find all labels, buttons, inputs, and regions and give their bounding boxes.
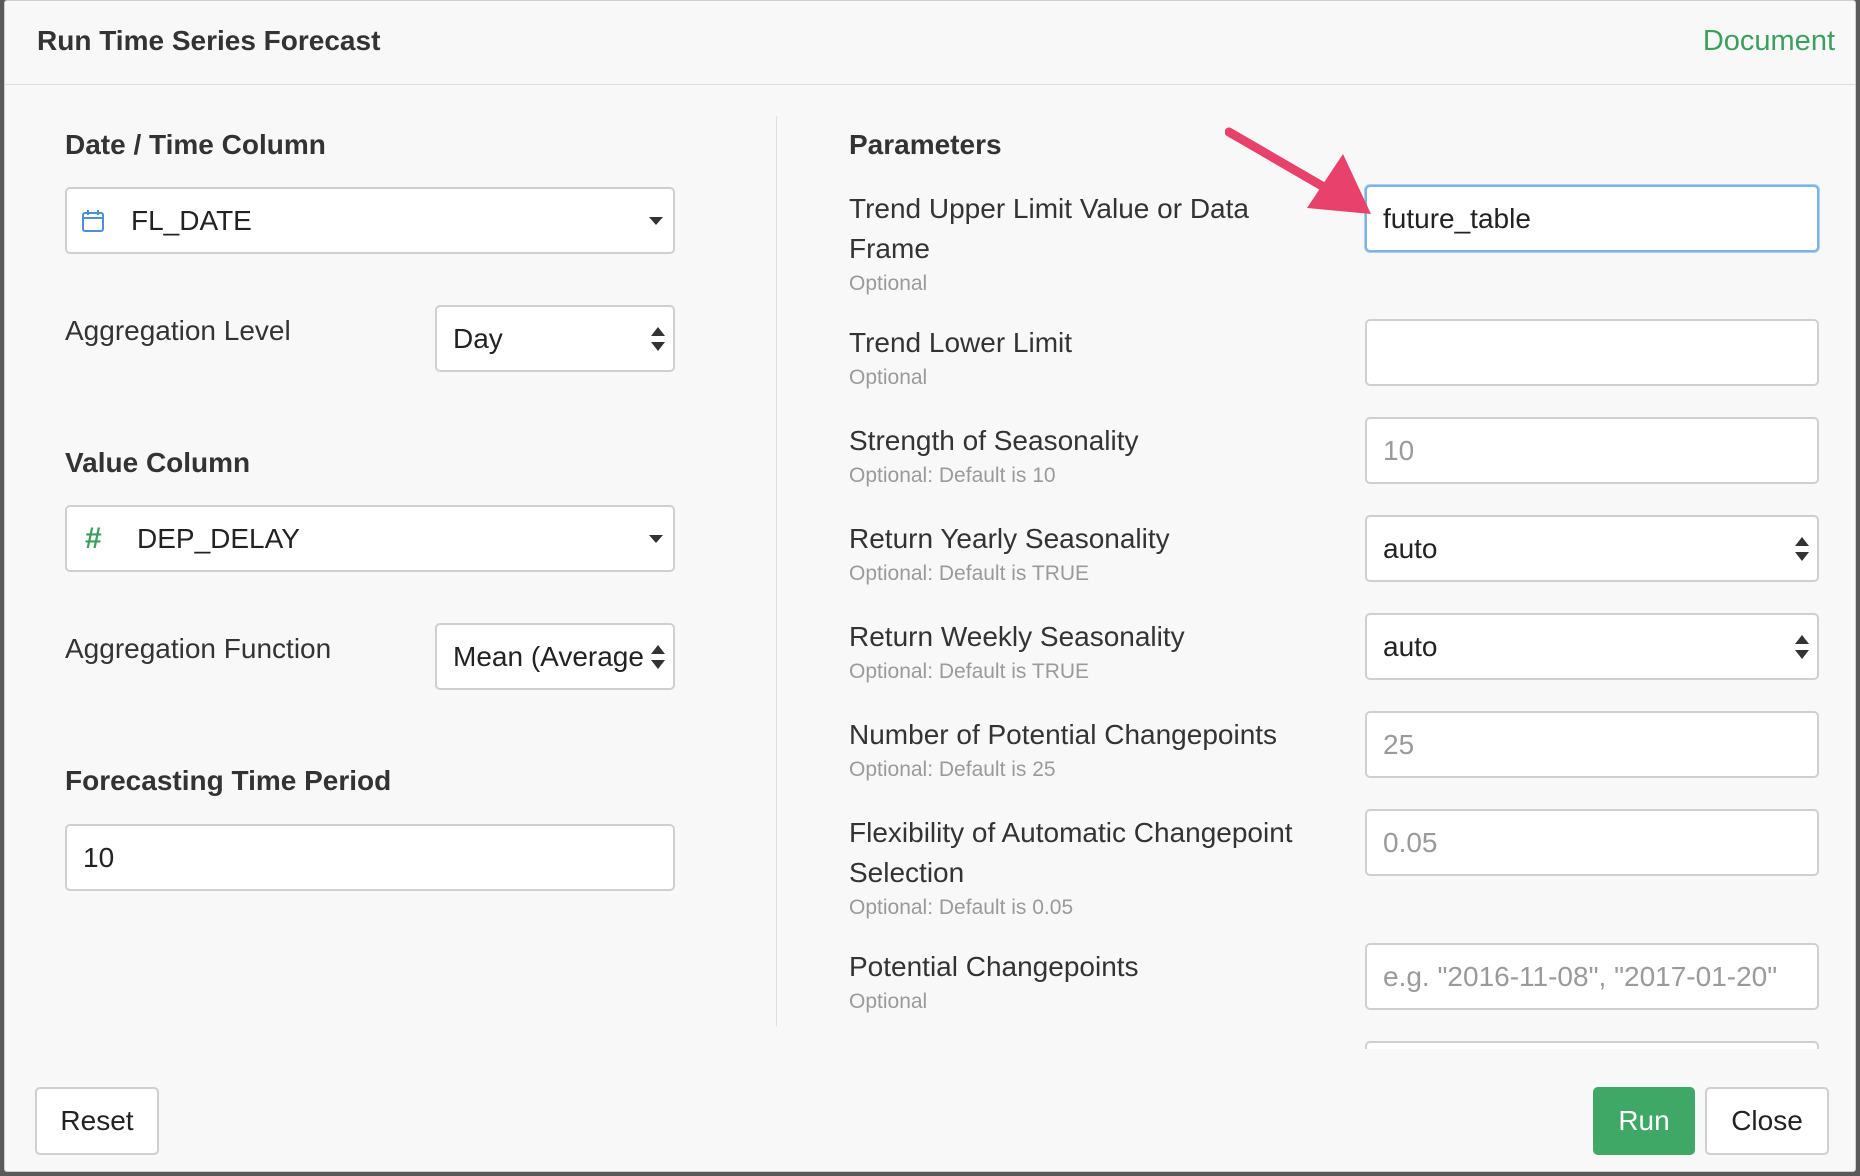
aggregation-level-select[interactable]: Day <box>435 305 675 372</box>
param-hint-weekly-seasonality: Optional: Default is TRUE <box>849 660 1090 683</box>
column-divider <box>776 116 777 1026</box>
value-column-select[interactable]: # DEP_DELAY <box>65 505 675 572</box>
document-link[interactable]: Document <box>1703 25 1835 58</box>
param-hint-changepoint-flexibility: Optional: Default is 0.05 <box>849 896 1074 919</box>
param-label-seasonality-strength: Strength of Seasonality <box>849 425 1139 456</box>
changepoint-flexibility-placeholder: 0.05 <box>1383 826 1438 858</box>
weekly-seasonality-select[interactable]: auto <box>1365 613 1819 680</box>
param-hint-yearly-seasonality: Optional: Default is TRUE <box>849 562 1090 585</box>
aggregation-level-value: Day <box>453 322 503 354</box>
param-hint-changepoint-count: Optional: Default is 25 <box>849 758 1056 781</box>
select-arrows-icon <box>1795 536 1809 562</box>
forecast-period-input[interactable]: 10 <box>65 824 675 891</box>
seasonality-strength-placeholder: 10 <box>1383 434 1415 466</box>
forecast-dialog: Run Time Series Forecast Document Date /… <box>4 0 1856 1172</box>
changepoints-input[interactable]: e.g. "2016-11-08", "2017-01-20" <box>1365 943 1819 1010</box>
next-field-partial <box>1365 1041 1819 1049</box>
param-label-weekly-seasonality: Return Weekly Seasonality <box>849 621 1185 652</box>
param-label-changepoint-count: Number of Potential Changepoints <box>849 719 1278 750</box>
parameters-heading: Parameters <box>849 129 1002 160</box>
weekly-seasonality-value: auto <box>1383 630 1438 662</box>
value-column-heading: Value Column <box>65 447 251 478</box>
changepoint-flexibility-input[interactable]: 0.05 <box>1365 809 1819 876</box>
hash-icon: # <box>85 521 102 555</box>
changepoints-placeholder: e.g. "2016-11-08", "2017-01-20" <box>1383 960 1778 992</box>
aggregation-level-label: Aggregation Level <box>65 315 291 346</box>
date-column-heading: Date / Time Column <box>65 129 326 160</box>
value-column-value: DEP_DELAY <box>137 522 300 554</box>
calendar-icon <box>82 209 104 232</box>
chevron-down-icon <box>649 534 663 543</box>
seasonality-strength-input[interactable]: 10 <box>1365 417 1819 484</box>
close-button[interactable]: Close <box>1705 1087 1829 1155</box>
run-button[interactable]: Run <box>1593 1087 1695 1155</box>
dialog-header: Run Time Series Forecast Document <box>5 1 1855 85</box>
upper-limit-input[interactable]: future_table <box>1365 185 1819 252</box>
param-hint-upper-limit: Optional <box>849 272 928 295</box>
forecast-period-value: 10 <box>83 841 115 873</box>
dialog-title: Run Time Series Forecast <box>37 25 381 56</box>
arrow-annotation-icon <box>1225 127 1371 214</box>
upper-limit-value: future_table <box>1383 202 1531 234</box>
param-label-yearly-seasonality: Return Yearly Seasonality <box>849 523 1170 554</box>
yearly-seasonality-select[interactable]: auto <box>1365 515 1819 582</box>
date-column-value: FL_DATE <box>131 204 252 236</box>
reset-button[interactable]: Reset <box>35 1087 159 1155</box>
lower-limit-input[interactable] <box>1365 319 1819 386</box>
select-arrows-icon <box>1795 634 1809 660</box>
changepoint-count-placeholder: 25 <box>1383 728 1415 760</box>
param-label-changepoint-flexibility: Flexibility of Automatic Changepoint Sel… <box>849 817 1293 888</box>
param-hint-seasonality-strength: Optional: Default is 10 <box>849 464 1056 487</box>
param-label-changepoints: Potential Changepoints <box>849 951 1139 982</box>
aggregation-function-label: Aggregation Function <box>65 633 332 664</box>
aggregation-function-value: Mean (Average) <box>453 640 643 672</box>
yearly-seasonality-value: auto <box>1383 532 1438 564</box>
param-hint-lower-limit: Optional <box>849 366 928 389</box>
param-hint-changepoints: Optional <box>849 990 928 1013</box>
changepoint-count-input[interactable]: 25 <box>1365 711 1819 778</box>
chevron-down-icon <box>649 216 663 225</box>
aggregation-function-select[interactable]: Mean (Average) <box>435 623 675 690</box>
select-arrows-icon <box>651 326 665 352</box>
param-label-lower-limit: Trend Lower Limit <box>849 327 1073 358</box>
forecast-period-heading: Forecasting Time Period <box>65 765 392 796</box>
date-column-select[interactable]: FL_DATE <box>65 187 675 254</box>
select-arrows-icon <box>651 644 665 670</box>
